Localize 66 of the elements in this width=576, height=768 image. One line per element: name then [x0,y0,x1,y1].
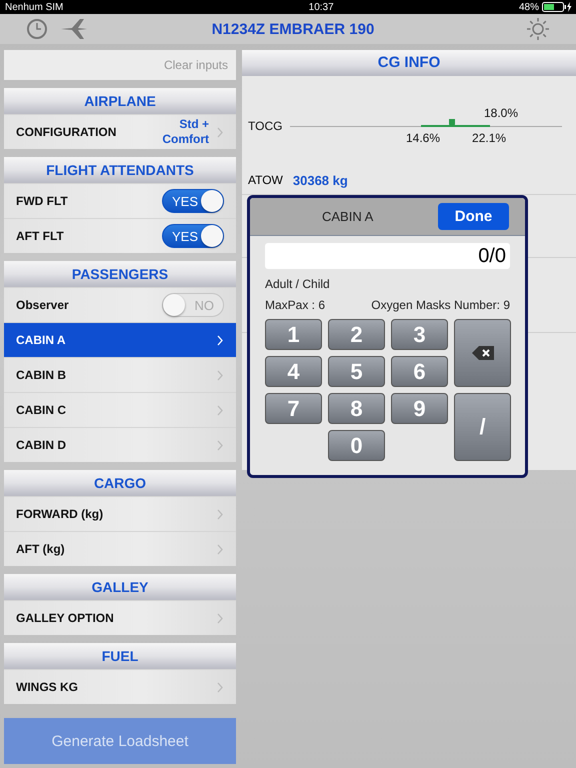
slash-key[interactable]: / [454,393,511,461]
value-field[interactable]: 0/0 [265,243,510,269]
tocg-label: TOCG [248,118,284,132]
backspace-key[interactable] [454,319,511,387]
chevron-icon [217,508,224,520]
row-label: AFT FLT [16,229,64,243]
list-row[interactable]: CONFIGURATION Std + Comfort [4,114,236,149]
list-row[interactable]: WINGS KG [4,669,236,704]
toggle-switch[interactable]: YES [162,189,224,213]
section-header: GALLEY [4,574,236,600]
screen-title: N1234Z EMBRAER 190 [210,20,376,38]
digit-key[interactable]: 2 [328,319,385,350]
list-row[interactable]: AFT (kg) [4,531,236,566]
field-hint: Adult / Child [265,277,331,291]
cg-value: 18.0% [484,106,520,120]
atow-label: ATOW [248,173,283,188]
backspace-icon [472,346,494,360]
clear-inputs-button[interactable]: Clear inputs [164,58,228,72]
toggle-switch[interactable]: YES [162,224,224,248]
chevron-icon [217,612,224,624]
chevron-icon [217,404,224,416]
carrier-name: Nenhum SIM [5,2,64,12]
clock-time: 10:37 [308,2,334,12]
brightness-icon[interactable] [526,17,550,41]
max-pax-label: MaxPax : 6 [265,298,326,312]
section-header: FUEL [4,643,236,669]
oxygen-masks-label: Oxygen Masks Number: 9 [371,298,510,312]
toggle-switch[interactable]: NO [162,293,224,317]
popover-title: CABIN A [322,209,374,224]
battery-percent: 48% [518,2,539,12]
section-header: CARGO [4,470,236,496]
chevron-icon [217,440,224,450]
section-header: AIRPLANE [4,88,236,114]
battery-icon [542,2,572,12]
generate-loadsheet-button[interactable]: Generate Loadsheet [4,718,236,764]
digit-key[interactable]: 1 [265,319,322,350]
list-row[interactable]: CABIN D [4,427,236,462]
chevron-icon [217,126,224,138]
atow-value: 30368 kg [292,173,348,188]
digit-key[interactable]: 9 [391,393,448,424]
list-row[interactable]: CABIN A [4,322,236,357]
chevron-icon [217,334,224,346]
clock-icon[interactable] [26,18,48,40]
chevron-icon [217,544,224,554]
section-header: PASSENGERS [4,261,236,287]
digit-key[interactable]: 5 [328,356,385,387]
digit-key[interactable]: 7 [265,393,322,424]
cg-max-limit: 22.1% [472,131,506,145]
digit-key[interactable]: 4 [265,356,322,387]
section-header: FLIGHT ATTENDANTS [4,157,236,183]
chevron-icon [217,370,224,380]
list-row[interactable]: GALLEY OPTION [4,600,236,635]
list-row[interactable]: FORWARD (kg) [4,496,236,531]
digit-key[interactable]: 8 [328,393,385,424]
row-label: FWD FLT [16,194,68,208]
digit-key[interactable]: 6 [391,356,448,387]
digit-key[interactable]: 3 [391,319,448,350]
done-button[interactable]: Done [438,203,509,230]
row-label: Observer [16,298,69,312]
row-value: Std + Comfort [162,117,209,147]
chevron-icon [217,682,224,692]
panel-header: CG INFO [242,50,576,76]
cg-min-limit: 14.6% [406,131,440,145]
digit-key[interactable]: 0 [328,430,385,461]
list-row[interactable]: CABIN B [4,357,236,392]
list-row[interactable]: CABIN C [4,392,236,427]
